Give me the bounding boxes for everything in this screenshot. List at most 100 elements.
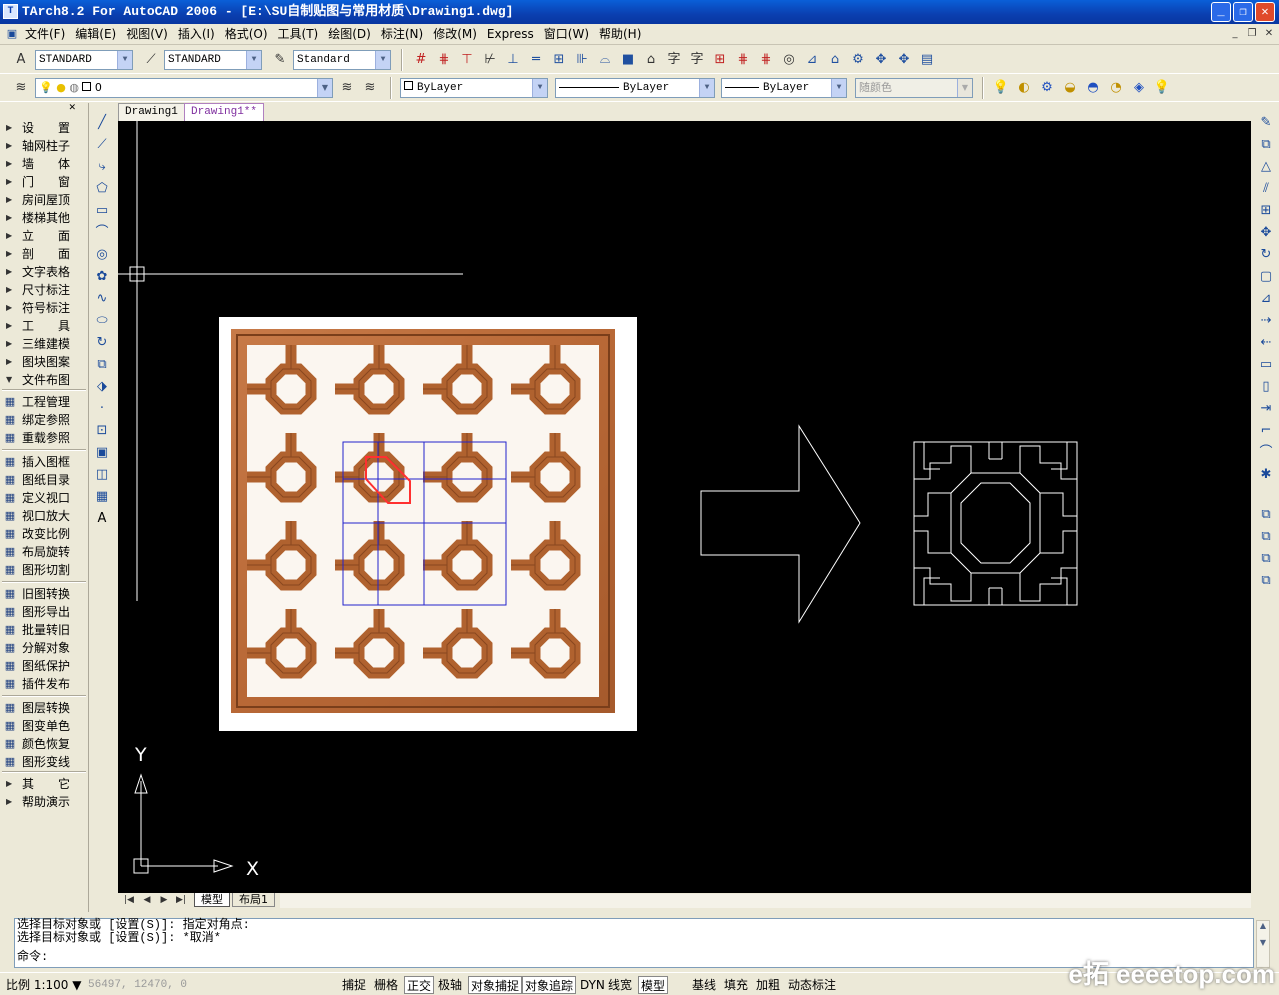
table-icon[interactable]: ▦ bbox=[93, 488, 111, 506]
sidebar-group-11[interactable]: ▶ 工 具 bbox=[0, 317, 88, 335]
modify-tool-1-icon[interactable]: ⧉ bbox=[1257, 136, 1275, 154]
sidebar-group-12[interactable]: ▶ 三维建模 bbox=[0, 335, 88, 353]
status-toggle-1[interactable]: 栅格 bbox=[372, 976, 400, 994]
ellipse-icon[interactable]: ⬭ bbox=[93, 312, 111, 330]
region-icon[interactable]: ◫ bbox=[93, 466, 111, 484]
status-tarch-1[interactable]: 填充 bbox=[722, 976, 750, 994]
layer-previous-icon[interactable]: ≋ bbox=[361, 79, 379, 97]
modify-tool-18-icon[interactable]: ⧉ bbox=[1257, 528, 1275, 546]
modify-tool-5-icon[interactable]: ✥ bbox=[1257, 224, 1275, 242]
line-icon[interactable]: ╱ bbox=[93, 114, 111, 132]
ellipse-arc-icon[interactable]: ↻ bbox=[93, 334, 111, 352]
table-icon[interactable]: ⊞ bbox=[711, 51, 729, 69]
dim-style-select[interactable]: STANDARD ▼ bbox=[164, 50, 262, 70]
sidebar-group-4[interactable]: ▶ 房间屋顶 bbox=[0, 191, 88, 209]
status-toggle-3[interactable]: 极轴 bbox=[436, 976, 464, 994]
revcloud-icon[interactable]: ✿ bbox=[93, 268, 111, 286]
door-icon[interactable]: ⊪ bbox=[573, 51, 591, 69]
table-style-icon[interactable]: ✎ bbox=[271, 51, 289, 69]
sidebar-group-3[interactable]: ▶ 门 窗 bbox=[0, 173, 88, 191]
lineweight-select[interactable]: ByLayer ▼ bbox=[721, 78, 847, 98]
arc-icon[interactable]: ⌓ bbox=[596, 51, 614, 69]
menu-7[interactable]: 标注(N) bbox=[376, 24, 428, 44]
menu-0[interactable]: 文件(F) bbox=[20, 24, 70, 44]
axis-dim-icon[interactable]: ⋕ bbox=[435, 51, 453, 69]
menu-11[interactable]: 帮助(H) bbox=[594, 24, 646, 44]
sidebar-tool-g3-3[interactable]: ▦ 图形变线 bbox=[0, 753, 88, 771]
sidebar-tool-g1-3[interactable]: ▦ 视口放大 bbox=[0, 507, 88, 525]
sidebar-group-2[interactable]: ▶ 墙 体 bbox=[0, 155, 88, 173]
close-icon[interactable]: ✕ bbox=[68, 103, 76, 113]
elevation-icon[interactable]: ⌂ bbox=[826, 51, 844, 69]
hatch-icon[interactable]: ⊡ bbox=[93, 422, 111, 440]
wall-dim-icon[interactable]: ⊥ bbox=[504, 51, 522, 69]
menu-4[interactable]: 格式(O) bbox=[220, 24, 273, 44]
sidebar-tool-g2-5[interactable]: ▦ 插件发布 bbox=[0, 675, 88, 693]
column-icon[interactable]: ⊤ bbox=[458, 51, 476, 69]
menu-5[interactable]: 工具(T) bbox=[273, 24, 324, 44]
menu-8[interactable]: 修改(M) bbox=[428, 24, 482, 44]
polyline-icon[interactable]: ⤷ bbox=[93, 158, 111, 176]
text-style-select[interactable]: STANDARD ▼ bbox=[35, 50, 133, 70]
tab-layout1[interactable]: 布局1 bbox=[232, 893, 275, 907]
settings-icon[interactable]: ⚙ bbox=[849, 51, 867, 69]
sidebar-group-0[interactable]: ▶ 设 置 bbox=[0, 119, 88, 137]
sidebar-tail-1[interactable]: ▶ 帮助演示 bbox=[0, 793, 88, 811]
make-block-icon[interactable]: ⬗ bbox=[93, 378, 111, 396]
modify-tool-6-icon[interactable]: ↻ bbox=[1257, 246, 1275, 264]
sidebar-tool-g1-6[interactable]: ▦ 图形切割 bbox=[0, 561, 88, 579]
status-toggle-8[interactable]: 模型 bbox=[638, 976, 669, 994]
layer-iso-icon[interactable]: ◓ bbox=[1084, 79, 1102, 97]
dim-icon[interactable]: ⋕ bbox=[734, 51, 752, 69]
sidebar-tool-g2-1[interactable]: ▦ 图形导出 bbox=[0, 603, 88, 621]
point-icon[interactable]: · bbox=[93, 400, 111, 418]
horizontal-scrollbar[interactable] bbox=[280, 894, 1251, 908]
tab-drawing1[interactable]: Drawing1 bbox=[118, 103, 185, 121]
layer-settings-icon[interactable]: ⚙ bbox=[1038, 79, 1056, 97]
column-fill-icon[interactable]: ■ bbox=[619, 51, 637, 69]
menu-9[interactable]: Express bbox=[482, 24, 539, 44]
sidebar-group-14[interactable]: ▼ 文件布图 bbox=[0, 371, 88, 389]
arc-icon[interactable]: ⌒ bbox=[93, 224, 111, 242]
layer-merge-icon[interactable]: ◈ bbox=[1130, 79, 1148, 97]
modify-tool-10-icon[interactable]: ⇠ bbox=[1257, 334, 1275, 352]
modify-tool-17-icon[interactable]: ⧉ bbox=[1257, 506, 1275, 524]
sidebar-tool-g3-1[interactable]: ▦ 图变单色 bbox=[0, 717, 88, 735]
insert-block-icon[interactable]: ⧉ bbox=[93, 356, 111, 374]
dim-chain-icon[interactable]: ⋕ bbox=[757, 51, 775, 69]
doc-close-button[interactable]: ✕ bbox=[1262, 27, 1276, 41]
modify-tool-7-icon[interactable]: ▢ bbox=[1257, 268, 1275, 286]
modify-tool-15-icon[interactable]: ⌒ bbox=[1257, 444, 1275, 462]
sidebar-tail-0[interactable]: ▶ 其 它 bbox=[0, 775, 88, 793]
menu-1[interactable]: 编辑(E) bbox=[70, 24, 121, 44]
close-button[interactable]: ✕ bbox=[1255, 2, 1275, 22]
sidebar-tool-g1-5[interactable]: ▦ 布局旋转 bbox=[0, 543, 88, 561]
sidebar-tool-g1-4[interactable]: ▦ 改变比例 bbox=[0, 525, 88, 543]
table-style-select[interactable]: Standard ▼ bbox=[293, 50, 391, 70]
status-toggle-0[interactable]: 捕捉 bbox=[340, 976, 368, 994]
status-toggle-2[interactable]: 正交 bbox=[404, 976, 435, 994]
circle-icon[interactable]: ◎ bbox=[93, 246, 111, 264]
modify-tool-19-icon[interactable]: ⧉ bbox=[1257, 550, 1275, 568]
modify-tool-0-icon[interactable]: ✎ bbox=[1257, 114, 1275, 132]
modify-tool-3-icon[interactable]: ⫽ bbox=[1257, 180, 1275, 198]
sidebar-tool-g2-2[interactable]: ▦ 批量转旧 bbox=[0, 621, 88, 639]
clipboard-icon[interactable]: ▤ bbox=[918, 51, 936, 69]
tab-drawing1-modified[interactable]: Drawing1** bbox=[184, 103, 265, 121]
minimize-button[interactable]: _ bbox=[1211, 2, 1231, 22]
sidebar-group-10[interactable]: ▶ 符号标注 bbox=[0, 299, 88, 317]
gradient-icon[interactable]: ▣ bbox=[93, 444, 111, 462]
dim-style-icon[interactable]: ⟋ bbox=[142, 51, 160, 69]
status-toggle-6[interactable]: DYN bbox=[578, 976, 607, 994]
circle-icon[interactable]: ◎ bbox=[780, 51, 798, 69]
line-icon[interactable]: ═ bbox=[527, 51, 545, 69]
layer-light-icon[interactable]: 💡 bbox=[1153, 79, 1171, 97]
move-icon[interactable]: ✥ bbox=[872, 51, 890, 69]
text-edit-icon[interactable]: 字 bbox=[688, 51, 706, 69]
sidebar-tool-g1-2[interactable]: ▦ 定义视口 bbox=[0, 489, 88, 507]
sidebar-tool-g3-0[interactable]: ▦ 图层转换 bbox=[0, 699, 88, 717]
sidebar-tool-g0-2[interactable]: ▦ 重载参照 bbox=[0, 429, 88, 447]
menu-3[interactable]: 插入(I) bbox=[173, 24, 220, 44]
sidebar-group-8[interactable]: ▶ 文字表格 bbox=[0, 263, 88, 281]
menu-10[interactable]: 窗口(W) bbox=[539, 24, 594, 44]
